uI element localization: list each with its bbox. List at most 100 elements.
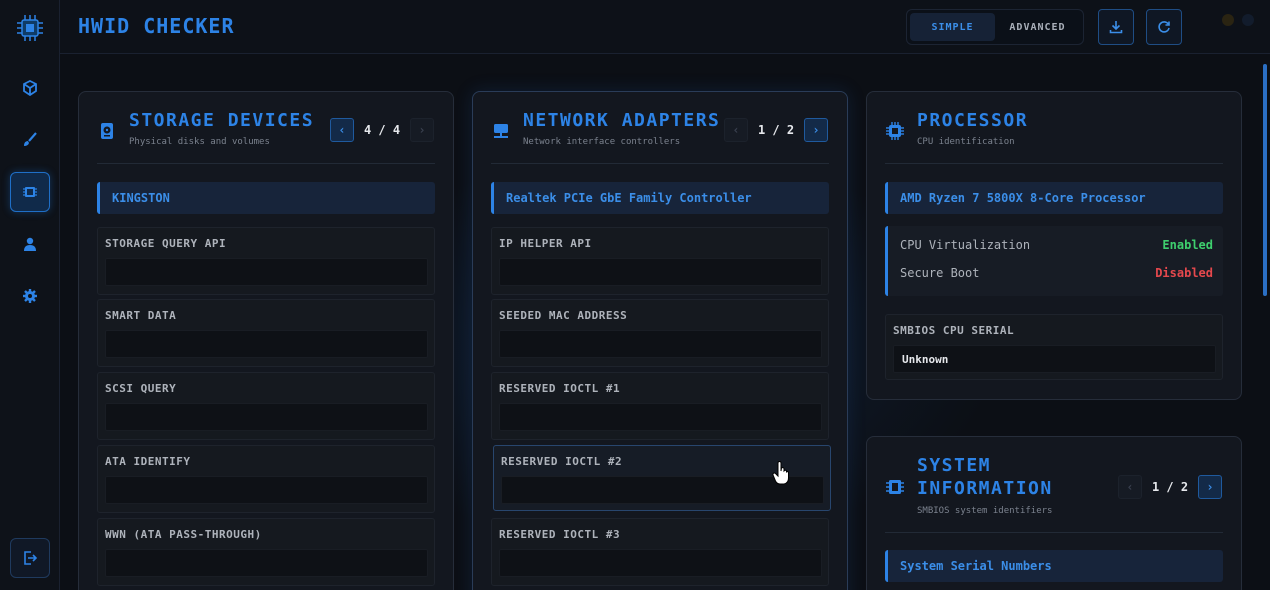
mode-advanced-button[interactable]: ADVANCED <box>995 13 1080 41</box>
refresh-button[interactable] <box>1146 9 1182 45</box>
network-icon <box>491 121 511 141</box>
top-bar: HWID CHECKER SIMPLE ADVANCED <box>60 0 1270 54</box>
storage-field-wwn: WWN (ATA PASS-THROUGH) <box>97 518 435 586</box>
refresh-icon <box>1158 21 1170 33</box>
system-next-button[interactable]: › <box>1198 475 1222 499</box>
chip-logo-icon <box>14 12 46 44</box>
storage-field-smart-data: SMART DATA <box>97 299 435 367</box>
network-field-ioctl-3: RESERVED IOCTL #3 <box>491 518 829 586</box>
system-title-line2: INFORMATION <box>917 478 1053 499</box>
system-title-line1: SYSTEM <box>917 455 992 476</box>
network-pager: ‹ 1 / 2 › <box>724 118 828 142</box>
field-value[interactable]: Unknown <box>893 345 1216 373</box>
sidebar-item-brush[interactable] <box>10 120 50 160</box>
status-value-enabled: Enabled <box>1162 238 1213 252</box>
sidebar <box>0 0 60 590</box>
network-subtitle: Network interface controllers <box>523 137 681 147</box>
user-icon <box>24 237 36 251</box>
network-prev-button[interactable]: ‹ <box>724 118 748 142</box>
processor-device-name: AMD Ryzen 7 5800X 8-Core Processor <box>885 182 1223 214</box>
field-value[interactable] <box>105 258 428 286</box>
sidebar-item-hardware[interactable] <box>10 172 50 212</box>
field-value[interactable] <box>499 403 822 431</box>
mode-toggle: SIMPLE ADVANCED <box>906 9 1084 45</box>
memory-icon <box>885 477 905 497</box>
storage-title: STORAGE DEVICES <box>129 110 315 131</box>
network-field-ioctl-1: RESERVED IOCTL #1 <box>491 372 829 440</box>
system-prev-button[interactable]: ‹ <box>1118 475 1142 499</box>
field-value[interactable] <box>499 549 822 577</box>
status-label: Secure Boot <box>900 266 980 280</box>
storage-field-scsi-query: SCSI QUERY <box>97 372 435 440</box>
system-panel: SYSTEM INFORMATION SMBIOS system identif… <box>866 436 1242 590</box>
field-label: ATA IDENTIFY <box>105 455 191 468</box>
field-value[interactable] <box>105 476 428 504</box>
storage-panel: STORAGE DEVICES Physical disks and volum… <box>78 91 454 590</box>
field-label: STORAGE QUERY API <box>105 237 227 250</box>
system-section-title: System Serial Numbers <box>885 550 1223 582</box>
storage-subtitle: Physical disks and volumes <box>129 137 270 147</box>
hard-drive-icon <box>97 121 117 141</box>
download-icon <box>1109 21 1123 34</box>
status-row-secure-boot: Secure Boot Disabled <box>900 266 1213 280</box>
logout-icon <box>24 551 38 565</box>
field-label: WWN (ATA PASS-THROUGH) <box>105 528 262 541</box>
brush-icon <box>24 132 37 146</box>
storage-pager: ‹ 4 / 4 › <box>330 118 434 142</box>
network-title: NETWORK ADAPTERS <box>523 110 721 131</box>
field-value[interactable] <box>105 549 428 577</box>
storage-device-name: KINGSTON <box>97 182 435 214</box>
field-value[interactable] <box>499 258 822 286</box>
chip-icon <box>23 187 37 197</box>
scrollbar-thumb[interactable] <box>1263 64 1267 296</box>
cpu-icon <box>885 121 905 141</box>
divider <box>885 163 1223 164</box>
storage-prev-button[interactable]: ‹ <box>330 118 354 142</box>
hand-cursor-icon <box>772 460 790 485</box>
system-page-count: 1 / 2 <box>1151 480 1189 494</box>
storage-field-storage-query: STORAGE QUERY API <box>97 227 435 295</box>
network-device-name: Realtek PCIe GbE Family Controller <box>491 182 829 214</box>
sidebar-item-user[interactable] <box>10 224 50 264</box>
field-label: SMART DATA <box>105 309 177 322</box>
logout-button[interactable] <box>10 538 50 578</box>
network-field-ip-helper: IP HELPER API <box>491 227 829 295</box>
cube-icon <box>23 80 37 96</box>
status-row-virtualization: CPU Virtualization Enabled <box>900 238 1213 252</box>
field-label: SCSI QUERY <box>105 382 177 395</box>
field-label: IP HELPER API <box>499 237 592 250</box>
network-panel: NETWORK ADAPTERS Network interface contr… <box>472 91 848 590</box>
processor-field-cpu-serial: SMBIOS CPU SERIAL Unknown <box>885 314 1223 380</box>
window-minimize-dot[interactable] <box>1222 14 1234 26</box>
processor-panel: PROCESSOR CPU identification AMD Ryzen 7… <box>866 91 1242 400</box>
field-label: SMBIOS CPU SERIAL <box>893 324 1015 337</box>
field-value[interactable] <box>105 403 428 431</box>
storage-field-ata-identify: ATA IDENTIFY <box>97 445 435 513</box>
sidebar-item-cube[interactable] <box>10 68 50 108</box>
system-pager: ‹ 1 / 2 › <box>1118 475 1222 499</box>
network-page-count: 1 / 2 <box>757 123 795 137</box>
divider <box>885 532 1223 533</box>
field-label: RESERVED IOCTL #3 <box>499 528 621 541</box>
divider <box>491 163 829 164</box>
download-button[interactable] <box>1098 9 1134 45</box>
system-subtitle: SMBIOS system identifiers <box>917 506 1053 516</box>
storage-next-button[interactable]: › <box>410 118 434 142</box>
divider <box>97 163 435 164</box>
window-close-dot[interactable] <box>1242 14 1254 26</box>
network-field-seeded-mac: SEEDED MAC ADDRESS <box>491 299 829 367</box>
field-label: SEEDED MAC ADDRESS <box>499 309 628 322</box>
field-value[interactable] <box>105 330 428 358</box>
field-label: RESERVED IOCTL #2 <box>501 455 623 468</box>
status-value-disabled: Disabled <box>1155 266 1213 280</box>
mode-simple-button[interactable]: SIMPLE <box>910 13 995 41</box>
processor-status-box: CPU Virtualization Enabled Secure Boot D… <box>885 226 1223 296</box>
network-next-button[interactable]: › <box>804 118 828 142</box>
gear-icon <box>23 289 37 303</box>
field-value[interactable] <box>499 330 822 358</box>
status-label: CPU Virtualization <box>900 238 1031 252</box>
field-label: RESERVED IOCTL #1 <box>499 382 621 395</box>
processor-subtitle: CPU identification <box>917 137 1015 147</box>
sidebar-item-settings[interactable] <box>10 276 50 316</box>
processor-title: PROCESSOR <box>917 110 1029 131</box>
